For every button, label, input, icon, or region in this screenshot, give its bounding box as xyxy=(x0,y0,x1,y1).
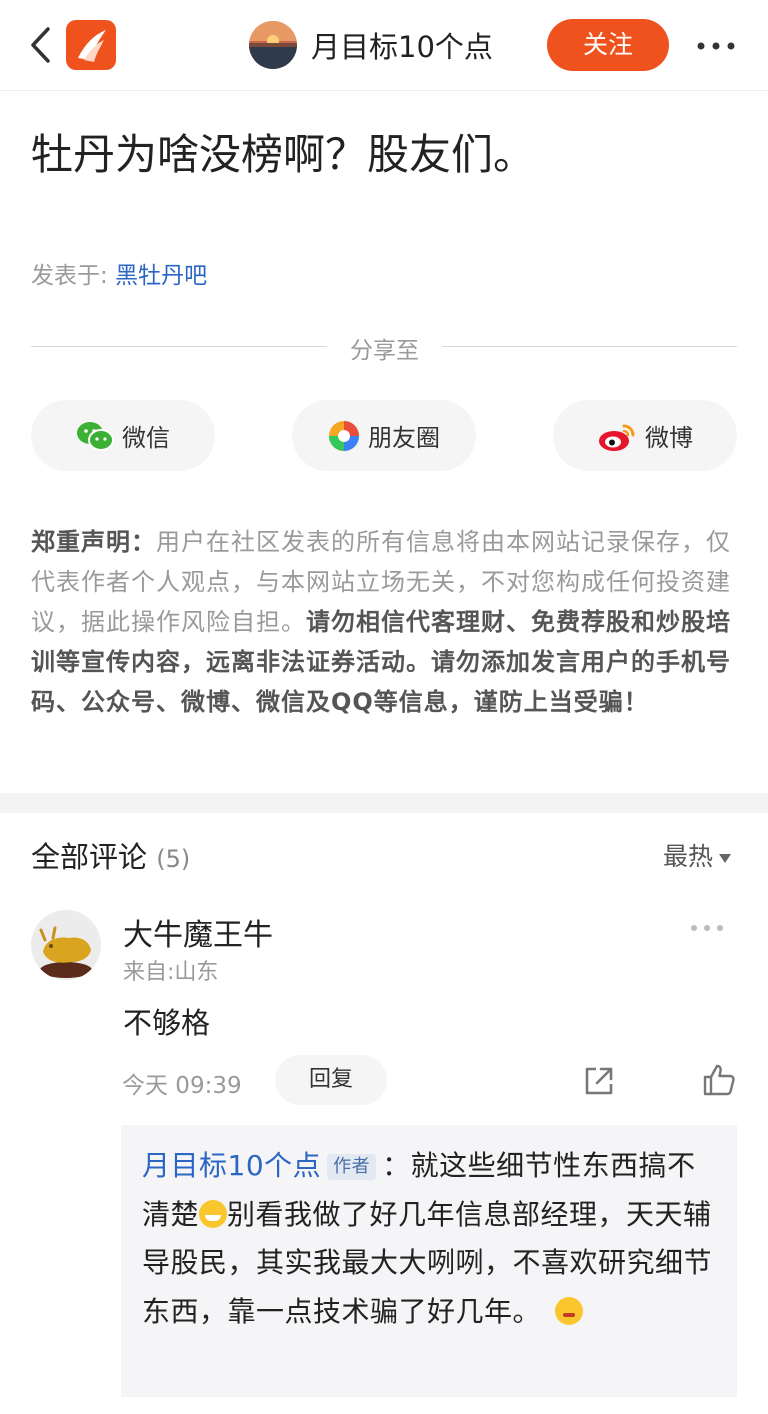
more-icon[interactable] xyxy=(697,42,735,50)
share-label: 分享至 xyxy=(350,338,419,364)
grin-emoji xyxy=(199,1199,228,1228)
comment-text: 不够格 xyxy=(123,1006,211,1040)
wechat-icon xyxy=(77,421,114,451)
share-wechat-button[interactable]: 微信 xyxy=(31,400,215,471)
share-moments-label: 朋友圈 xyxy=(368,424,440,452)
section-divider xyxy=(0,793,768,813)
disclaimer: 郑重声明：用户在社区发表的所有信息将由本网站记录保存，仅代表作者个人观点，与本网… xyxy=(31,522,739,722)
author-reply: 月目标10个点 作者 ：就这些细节性东西搞不清楚 别看我做了好几年信息部经理，天天辅导… xyxy=(121,1125,737,1397)
weibo-icon xyxy=(599,424,635,451)
sort-label: 最热 xyxy=(663,842,714,871)
back-icon[interactable] xyxy=(28,26,54,64)
author-badge: 作者 xyxy=(327,1154,377,1180)
commenter-name[interactable]: 大牛魔王牛 xyxy=(123,910,273,954)
hand-over-mouth-emoji xyxy=(555,1296,584,1325)
comments-header: 全部评论 (5) xyxy=(31,834,190,876)
author-avatar[interactable] xyxy=(249,21,297,69)
moments-icon xyxy=(329,420,359,451)
reply-author[interactable]: 月目标10个点 xyxy=(142,1149,321,1182)
posted-label: 发表于: xyxy=(31,263,108,289)
share-weibo-button[interactable]: 微博 xyxy=(553,400,737,471)
comment-time: 今天 09:39 xyxy=(122,1073,242,1099)
divider xyxy=(31,346,327,347)
comments-title: 全部评论 xyxy=(31,840,148,874)
disclaimer-heading: 郑重声明： xyxy=(31,528,156,556)
share-moments-button[interactable]: 朋友圈 xyxy=(292,400,476,471)
post-title: 牡丹为啥没榜啊？股友们。 xyxy=(31,130,536,179)
commenter-location: 来自:山东 xyxy=(123,960,219,985)
divider xyxy=(442,346,737,347)
app-logo[interactable] xyxy=(66,20,116,70)
share-icon[interactable] xyxy=(582,1064,616,1098)
author-name[interactable]: 月目标10个点 xyxy=(311,24,493,66)
caret-down-icon xyxy=(719,853,732,863)
more-icon[interactable] xyxy=(690,924,724,932)
reply-text: 月目标10个点 作者 ：就这些细节性东西搞不清楚 别看我做了好几年信息部经理，天天辅导… xyxy=(142,1142,722,1336)
share-wechat-label: 微信 xyxy=(122,424,170,452)
sort-selector[interactable]: 最热 xyxy=(663,837,732,873)
forum-link[interactable]: 黑牡丹吧 xyxy=(115,263,207,289)
reply-separator: ： xyxy=(382,1149,411,1182)
reply-button[interactable]: 回复 xyxy=(275,1055,387,1105)
posted-in: 发表于: 黑牡丹吧 xyxy=(31,256,207,290)
follow-button[interactable]: 关注 xyxy=(547,19,669,71)
share-weibo-label: 微博 xyxy=(645,424,693,452)
comments-count: (5) xyxy=(156,845,191,873)
reply-text-part2: 别看我做了好几年信息部经理，天天辅导股民，其实我最大大咧咧，不喜欢研究细节东西，… xyxy=(142,1197,713,1328)
commenter-avatar[interactable] xyxy=(31,910,101,980)
thumbs-up-icon[interactable] xyxy=(701,1062,737,1098)
